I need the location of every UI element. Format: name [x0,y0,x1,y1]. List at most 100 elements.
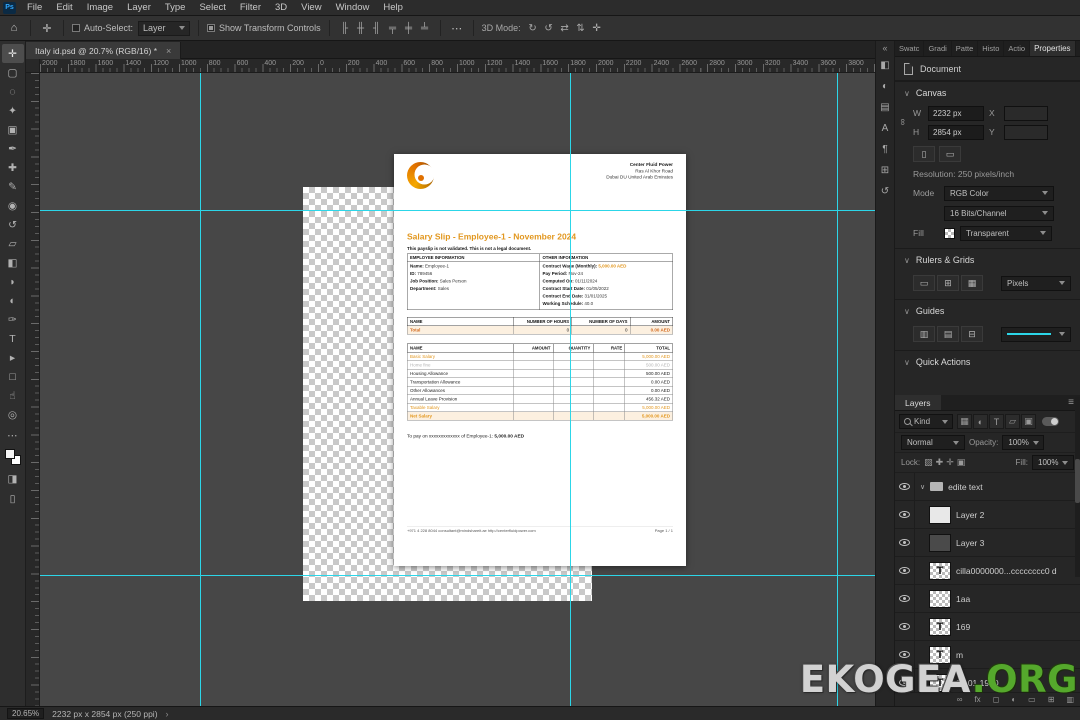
crop-tool[interactable]: ▣ [2,120,24,139]
3d-roll-icon[interactable]: ↺ [542,20,556,37]
pen-tool[interactable]: ✑ [2,310,24,329]
layer-row-layer-3[interactable]: Layer 3 [895,529,1080,557]
dodge-tool[interactable]: ◐ [2,291,24,310]
status-options-icon[interactable]: › [166,709,169,719]
move-tool[interactable]: ✛ [1,44,24,63]
link-dimensions-icon[interactable]: ∞ [898,119,908,125]
align-top-edges-icon[interactable]: ╤ [386,20,400,37]
grid-unit-dropdown[interactable]: Pixels [1001,275,1071,291]
screen-mode-icon[interactable]: ▯ [2,489,24,508]
color-mode-dropdown[interactable]: RGB Color [944,185,1054,201]
panel-tab-properties[interactable]: Properties [1030,41,1076,56]
guide-vertical[interactable] [837,73,838,706]
shape-tool[interactable]: □ [2,367,24,386]
scrollbar-thumb[interactable] [1075,459,1080,503]
menu-file[interactable]: File [20,0,49,15]
visibility-toggle[interactable] [895,613,915,640]
rulers-grids-section-header[interactable]: ∨ Rulers & Grids [895,249,1080,271]
filter-adjustment-layers-icon[interactable]: ◐ [973,414,988,429]
type-tool[interactable]: T [2,329,24,348]
lock-guides-icon[interactable]: ▤ [937,326,959,342]
menu-select[interactable]: Select [192,0,232,15]
guide-color-dropdown[interactable] [1001,326,1071,342]
filter-shape-layers-icon[interactable]: ▱ [1005,414,1020,429]
panels-scrollbar[interactable] [1075,397,1080,577]
align-left-edges-icon[interactable]: ╟ [338,20,352,37]
expand-panels-icon[interactable]: « [882,41,887,55]
orientation-portrait-icon[interactable]: ▯ [913,146,935,162]
panel-tab-swatc[interactable]: Swatc [895,41,925,56]
brush-tool[interactable]: ✎ [2,177,24,196]
layer-row-1aa[interactable]: 1aa [895,585,1080,613]
auto-select-checkbox[interactable]: Auto-Select: [72,23,133,33]
layer-filter-toggle[interactable] [1042,417,1059,426]
zoom-tool[interactable]: ◎ [2,405,24,424]
libraries-panel-icon[interactable]: ▤ [876,97,894,118]
menu-layer[interactable]: Layer [120,0,158,15]
lock-position-icon[interactable]: ✛ [946,457,954,468]
lock-all-icon[interactable]: ▣ [957,457,966,468]
toggle-snap-icon[interactable]: ▦ [961,275,983,291]
marquee-tool[interactable]: ▢ [2,63,24,82]
align-right-edges-icon[interactable]: ╢ [370,20,384,37]
character-panel-icon[interactable]: A [876,118,894,139]
lock-transparency-icon[interactable]: ▨ [924,457,933,468]
layers-tab[interactable]: Layers [895,395,941,410]
adjustments-panel-icon[interactable]: ◐ [876,76,894,97]
home-icon[interactable]: ⌂ [6,20,22,37]
layer-thumbnail[interactable] [929,589,951,608]
quick-actions-section-header[interactable]: ∨ Quick Actions [895,351,1080,373]
menu-3d[interactable]: 3D [268,0,294,15]
color-panel-icon[interactable]: ◧ [876,55,894,76]
more-options-icon[interactable]: ⋯ [449,20,465,37]
3d-orbit-icon[interactable]: ↻ [526,20,540,37]
ruler-origin[interactable] [26,59,40,73]
ruler-horizontal[interactable]: 2000 1800 1600 1400 1200 1000 800 600 400 200 0 200… [40,59,875,73]
document-page[interactable]: Center Fluid Power Ras Al Khor Road Duba… [394,154,686,566]
new-guide-layout-icon[interactable]: ▥ [913,326,935,342]
3d-pan-icon[interactable]: ⇄ [558,20,572,37]
guide-horizontal[interactable] [40,575,875,576]
layer-row-edite-text[interactable]: ∨ edite text [895,473,1080,501]
menu-edit[interactable]: Edit [49,0,79,15]
layer-row-169[interactable]: T 169 [895,613,1080,641]
opacity-dropdown[interactable]: 100% [1002,435,1045,450]
menu-window[interactable]: Window [329,0,377,15]
active-tool-icon[interactable]: ✛ [39,20,55,37]
lasso-tool[interactable]: ◌ [2,82,24,101]
quick-mask-icon[interactable]: ◨ [2,469,24,488]
document-tab[interactable]: Italy id.psd @ 20.7% (RGB/16) * × [26,42,182,60]
menu-image[interactable]: Image [80,0,120,15]
visibility-toggle[interactable] [895,501,915,528]
blur-tool[interactable]: ◗ [2,272,24,291]
ruler-vertical[interactable] [26,73,40,706]
layer-thumbnail[interactable] [929,533,951,552]
history-brush-tool[interactable]: ↺ [2,215,24,234]
guide-vertical[interactable] [200,73,201,706]
quick-selection-tool[interactable]: ✦ [2,101,24,120]
toggle-rulers-icon[interactable]: ▭ [913,275,935,291]
canvas[interactable]: Center Fluid Power Ras Al Khor Road Duba… [40,73,875,706]
layer-row-cilla0000000-cccccccc0-d[interactable]: Tcilla0000000...cccccccc0 d [895,557,1080,585]
layer-filter-dropdown[interactable]: Kind [899,414,953,429]
guide-vertical[interactable] [570,73,571,706]
history-panel-icon[interactable]: ↺ [876,181,894,202]
gradient-tool[interactable]: ◧ [2,253,24,272]
foreground-color-swatch[interactable] [4,449,15,459]
group-chevron-icon[interactable]: ∨ [920,483,925,491]
spot-healing-tool[interactable]: ✚ [2,158,24,177]
blend-mode-dropdown[interactable]: Normal [901,435,965,450]
3d-zoom-icon[interactable]: ✛ [590,20,604,37]
filter-type-layers-icon[interactable]: T [989,414,1004,429]
toggle-grid-icon[interactable]: ⊞ [937,275,959,291]
menu-type[interactable]: Type [158,0,193,15]
auto-select-mode-dropdown[interactable]: Layer [138,20,191,36]
text-layer-thumbnail[interactable]: T [929,617,951,636]
bit-depth-dropdown[interactable]: 16 Bits/Channel [944,205,1054,221]
visibility-toggle[interactable] [895,585,915,612]
filter-pixel-layers-icon[interactable]: ▦ [957,414,972,429]
paragraph-panel-icon[interactable]: ¶ [876,139,894,160]
menu-help[interactable]: Help [376,0,410,15]
filter-smart-objects-icon[interactable]: ▣ [1021,414,1036,429]
layer-thumbnail[interactable] [929,505,951,524]
